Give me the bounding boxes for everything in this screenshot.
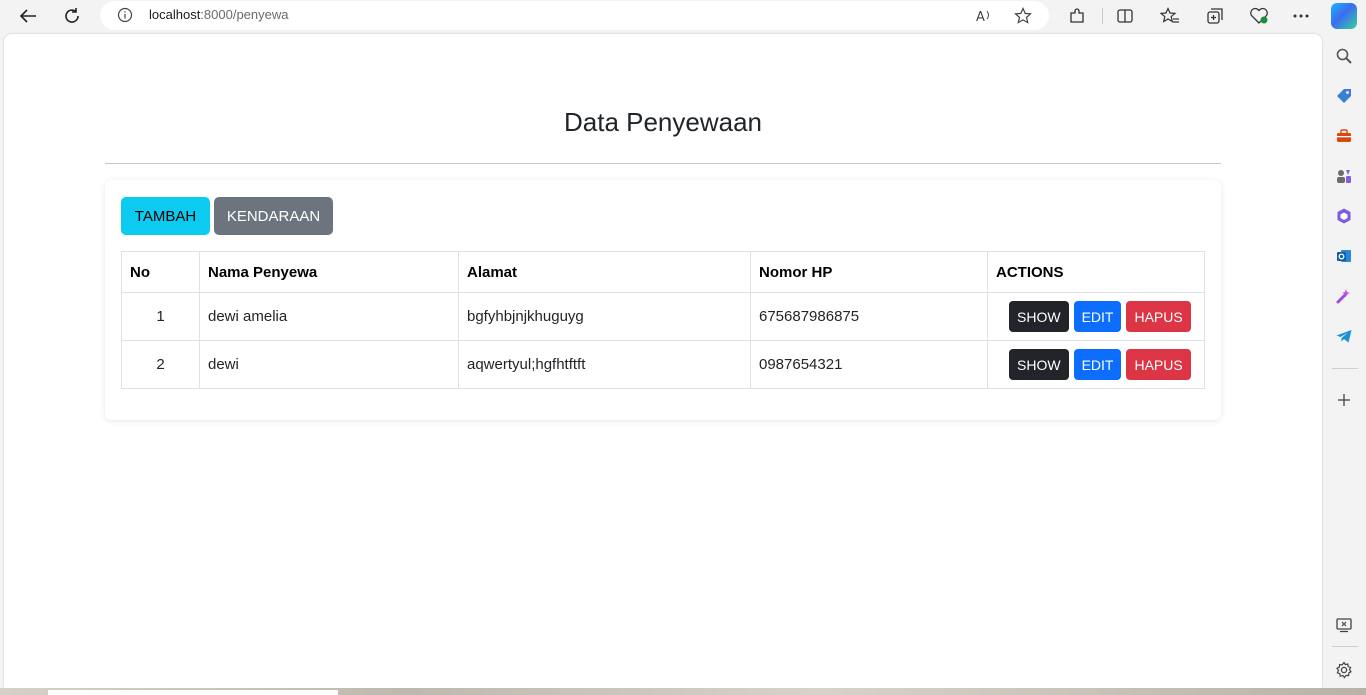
extensions-icon[interactable]	[1064, 3, 1090, 29]
copilot-icon[interactable]	[1331, 3, 1357, 29]
header-nomor-hp: Nomor HP	[750, 251, 988, 293]
header-nama-penyewa: Nama Penyewa	[199, 251, 459, 293]
hapus-button[interactable]: HAPUS	[1126, 349, 1191, 380]
screenshot-icon[interactable]	[1333, 614, 1355, 636]
info-icon[interactable]	[117, 7, 133, 27]
cell-nama: dewi	[199, 340, 459, 389]
table-row: 2 dewi aqwertyul;hgfhtftft 0987654321 SH…	[121, 340, 1205, 389]
telegram-icon[interactable]	[1333, 325, 1355, 347]
browser-toolbar: localhost:8000/penyewa A	[0, 0, 1366, 32]
title-divider	[105, 163, 1221, 164]
cell-actions: SHOW EDIT HAPUS	[987, 340, 1205, 389]
penyewa-card: TAMBAH KENDARAAN No Nama Penyewa Alamat …	[105, 180, 1221, 420]
collections-icon[interactable]	[1202, 3, 1228, 29]
page-title: Data Penyewaan	[563, 107, 763, 137]
sidebar-divider	[1332, 368, 1358, 369]
favorite-star-icon[interactable]	[1012, 5, 1034, 27]
page-viewport: Data Penyewaan TAMBAH KENDARAAN No Nama …	[4, 34, 1322, 688]
favorites-icon[interactable]	[1157, 3, 1183, 29]
show-button[interactable]: SHOW	[1009, 349, 1069, 380]
settings-icon[interactable]	[1333, 659, 1355, 681]
refresh-icon[interactable]	[58, 3, 86, 29]
penyewa-table: No Nama Penyewa Alamat Nomor HP ACTIONS …	[121, 251, 1205, 389]
svg-text:A: A	[976, 10, 985, 24]
split-screen-icon[interactable]	[1112, 3, 1138, 29]
hapus-button[interactable]: HAPUS	[1126, 301, 1191, 332]
header-actions: ACTIONS	[987, 251, 1205, 293]
more-icon[interactable]	[1288, 3, 1314, 29]
taskbar-strip	[0, 688, 1366, 695]
browser-essentials-icon[interactable]	[1246, 3, 1272, 29]
show-button[interactable]: SHOW	[1009, 301, 1069, 332]
microsoft365-icon[interactable]	[1333, 205, 1355, 227]
sidebar-divider	[1332, 646, 1358, 647]
kendaraan-button[interactable]: KENDARAAN	[214, 197, 333, 235]
cell-hp: 675687986875	[750, 292, 988, 341]
read-aloud-icon[interactable]: A	[973, 5, 995, 27]
url-host: localhost	[149, 7, 201, 22]
url-path: :8000/penyewa	[200, 7, 289, 22]
toolbox-icon[interactable]	[1333, 125, 1355, 147]
outlook-icon[interactable]	[1333, 245, 1355, 267]
header-no: No	[121, 251, 200, 293]
cell-no: 1	[121, 292, 200, 341]
search-icon[interactable]	[1333, 45, 1355, 67]
add-icon[interactable]	[1333, 389, 1355, 411]
edit-button[interactable]: EDIT	[1073, 349, 1122, 380]
designer-icon[interactable]	[1333, 285, 1355, 307]
table-header-row: No Nama Penyewa Alamat Nomor HP ACTIONS	[121, 251, 1205, 293]
cell-hp: 0987654321	[750, 340, 988, 389]
url-text[interactable]: localhost:8000/penyewa	[149, 7, 289, 22]
cell-no: 2	[121, 340, 200, 389]
shopping-tag-icon[interactable]	[1333, 85, 1355, 107]
games-icon[interactable]	[1333, 165, 1355, 187]
cell-alamat: aqwertyul;hgfhtftft	[458, 340, 751, 389]
back-arrow-icon[interactable]	[14, 3, 42, 29]
toolbar-divider	[1102, 8, 1103, 24]
cell-nama: dewi amelia	[199, 292, 459, 341]
address-bar[interactable]: localhost:8000/penyewa A	[100, 1, 1049, 30]
edit-button[interactable]: EDIT	[1073, 301, 1122, 332]
edge-sidebar	[1323, 34, 1366, 695]
cell-alamat: bgfyhbjnjkhuguyg	[458, 292, 751, 341]
header-alamat: Alamat	[458, 251, 751, 293]
table-row: 1 dewi amelia bgfyhbjnjkhuguyg 675687986…	[121, 292, 1205, 341]
tambah-button[interactable]: TAMBAH	[121, 197, 210, 235]
cell-actions: SHOW EDIT HAPUS	[987, 292, 1205, 341]
taskbar-window-preview	[48, 690, 338, 695]
